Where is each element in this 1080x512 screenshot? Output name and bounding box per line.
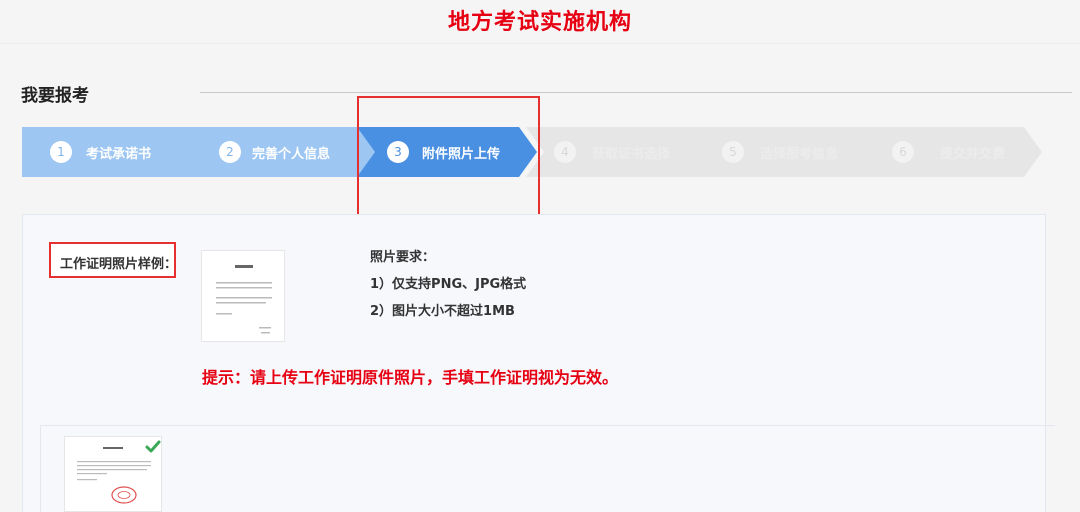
sample-label-highlight: 工作证明照片样例： [49, 242, 178, 278]
step-2-number: 2 [219, 141, 241, 163]
sample-label: 工作证明照片样例： [60, 257, 178, 272]
check-icon [145, 440, 161, 453]
step-6-label: 提交并交费 [940, 147, 1006, 162]
requirement-format: 1）仅支持PNG、JPG格式 [370, 277, 527, 292]
step-2-label: 完善个人信息 [252, 147, 331, 162]
active-step-highlight [357, 96, 540, 217]
section-divider [200, 92, 1072, 93]
step-1[interactable]: 1 考试承诺书 [22, 127, 210, 177]
step-4[interactable]: 4 获取证书选择 [526, 127, 714, 177]
step-4-label: 获取证书选择 [592, 147, 671, 162]
step-2[interactable]: 2 完善个人信息 [189, 127, 377, 177]
step-1-label: 考试承诺书 [86, 147, 152, 162]
step-5[interactable]: 5 选择报考信息 [694, 127, 882, 177]
upload-divider [40, 425, 1055, 426]
sample-certificate-image[interactable] [201, 250, 285, 342]
document-preview-icon [216, 265, 272, 334]
step-5-number: 5 [722, 141, 744, 163]
step-1-number: 1 [50, 141, 72, 163]
step-5-label: 选择报考信息 [760, 147, 839, 162]
page-header: 地方考试实施机构 [0, 0, 1080, 44]
step-6-number: 6 [892, 141, 914, 163]
step-4-number: 4 [554, 141, 576, 163]
warning-message: 提示：请上传工作证明原件照片，手填工作证明视为无效。 [202, 368, 619, 387]
requirements-title: 照片要求： [370, 250, 436, 265]
uploaded-card-border [40, 426, 41, 512]
section-title: 我要报考 [21, 86, 89, 106]
step-6[interactable]: 6 提交并交费 [862, 127, 1042, 177]
requirement-size: 2）图片大小不超过1MB [370, 304, 515, 319]
page-title: 地方考试实施机构 [447, 10, 632, 35]
